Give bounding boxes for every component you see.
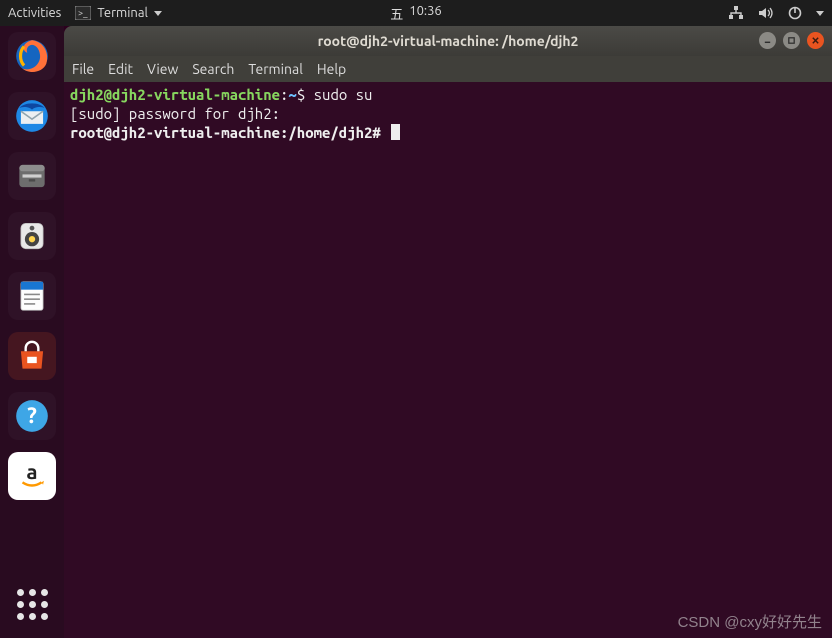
terminal-line: djh2@djh2-virtual-machine:~$ sudo su [70, 86, 826, 105]
clock[interactable]: 五 10:36 [390, 4, 442, 23]
dock-files[interactable] [8, 152, 56, 200]
power-icon [788, 6, 802, 20]
app-menu[interactable]: >_ Terminal [75, 6, 162, 20]
amazon-icon: a [13, 457, 51, 495]
gnome-topbar: Activities >_ Terminal 五 10:36 [0, 0, 832, 26]
status-area[interactable] [728, 6, 824, 20]
apps-grid-icon [17, 589, 48, 620]
help-icon: ? [13, 397, 51, 435]
dock-help[interactable]: ? [8, 392, 56, 440]
dock-amazon[interactable]: a [8, 452, 56, 500]
menu-view[interactable]: View [147, 61, 178, 77]
svg-text:?: ? [27, 403, 37, 428]
dock-writer[interactable] [8, 272, 56, 320]
terminal-line: [sudo] password for djh2: [70, 105, 826, 124]
chevron-down-icon [154, 11, 162, 16]
window-minimize-button[interactable] [759, 32, 776, 49]
svg-text:>_: >_ [78, 8, 88, 18]
menu-help[interactable]: Help [317, 61, 346, 77]
volume-icon [758, 6, 774, 20]
command-text: sudo su [314, 86, 373, 103]
window-maximize-button[interactable] [783, 32, 800, 49]
window-title: root@djh2-virtual-machine: /home/djh2 [318, 33, 579, 49]
network-icon [728, 6, 744, 20]
root-prompt: root@djh2-virtual-machine:/home/djh2# [70, 124, 389, 141]
clock-time: 10:36 [409, 4, 442, 23]
dock-thunderbird[interactable] [8, 92, 56, 140]
show-applications[interactable] [8, 580, 56, 628]
terminal-icon: >_ [75, 6, 91, 20]
launcher-dock: Ubuntu Software ? a [0, 26, 64, 638]
software-store-icon [13, 337, 51, 375]
window-close-button[interactable] [807, 32, 824, 49]
close-icon [811, 36, 820, 45]
speaker-icon [13, 217, 51, 255]
menu-edit[interactable]: Edit [108, 61, 133, 77]
files-icon [13, 157, 51, 195]
menu-search[interactable]: Search [192, 61, 234, 77]
maximize-icon [787, 36, 796, 45]
prompt-path: ~ [288, 86, 296, 103]
terminal-line: root@djh2-virtual-machine:/home/djh2# [70, 124, 826, 143]
dock-rhythmbox[interactable] [8, 212, 56, 260]
dock-software[interactable]: Ubuntu Software [8, 332, 56, 380]
terminal-window: root@djh2-virtual-machine: /home/djh2 Fi… [64, 26, 832, 638]
svg-text:a: a [26, 460, 37, 483]
watermark: CSDN @cxy好好先生 [678, 611, 822, 632]
terminal-content[interactable]: djh2@djh2-virtual-machine:~$ sudo su [su… [64, 82, 832, 638]
menu-file[interactable]: File [72, 61, 94, 77]
firefox-icon [13, 37, 51, 75]
thunderbird-icon [13, 97, 51, 135]
clock-day: 五 [390, 4, 403, 23]
document-icon [13, 277, 51, 315]
window-titlebar[interactable]: root@djh2-virtual-machine: /home/djh2 [64, 26, 832, 56]
prompt-user-host: djh2@djh2-virtual-machine [70, 86, 280, 103]
app-menu-label: Terminal [97, 6, 148, 20]
menu-terminal[interactable]: Terminal [248, 61, 303, 77]
minimize-icon [763, 36, 772, 45]
dock-firefox[interactable] [8, 32, 56, 80]
activities-button[interactable]: Activities [8, 6, 61, 20]
terminal-menubar: File Edit View Search Terminal Help [64, 56, 832, 82]
chevron-down-icon [816, 11, 824, 16]
terminal-cursor [391, 124, 400, 140]
